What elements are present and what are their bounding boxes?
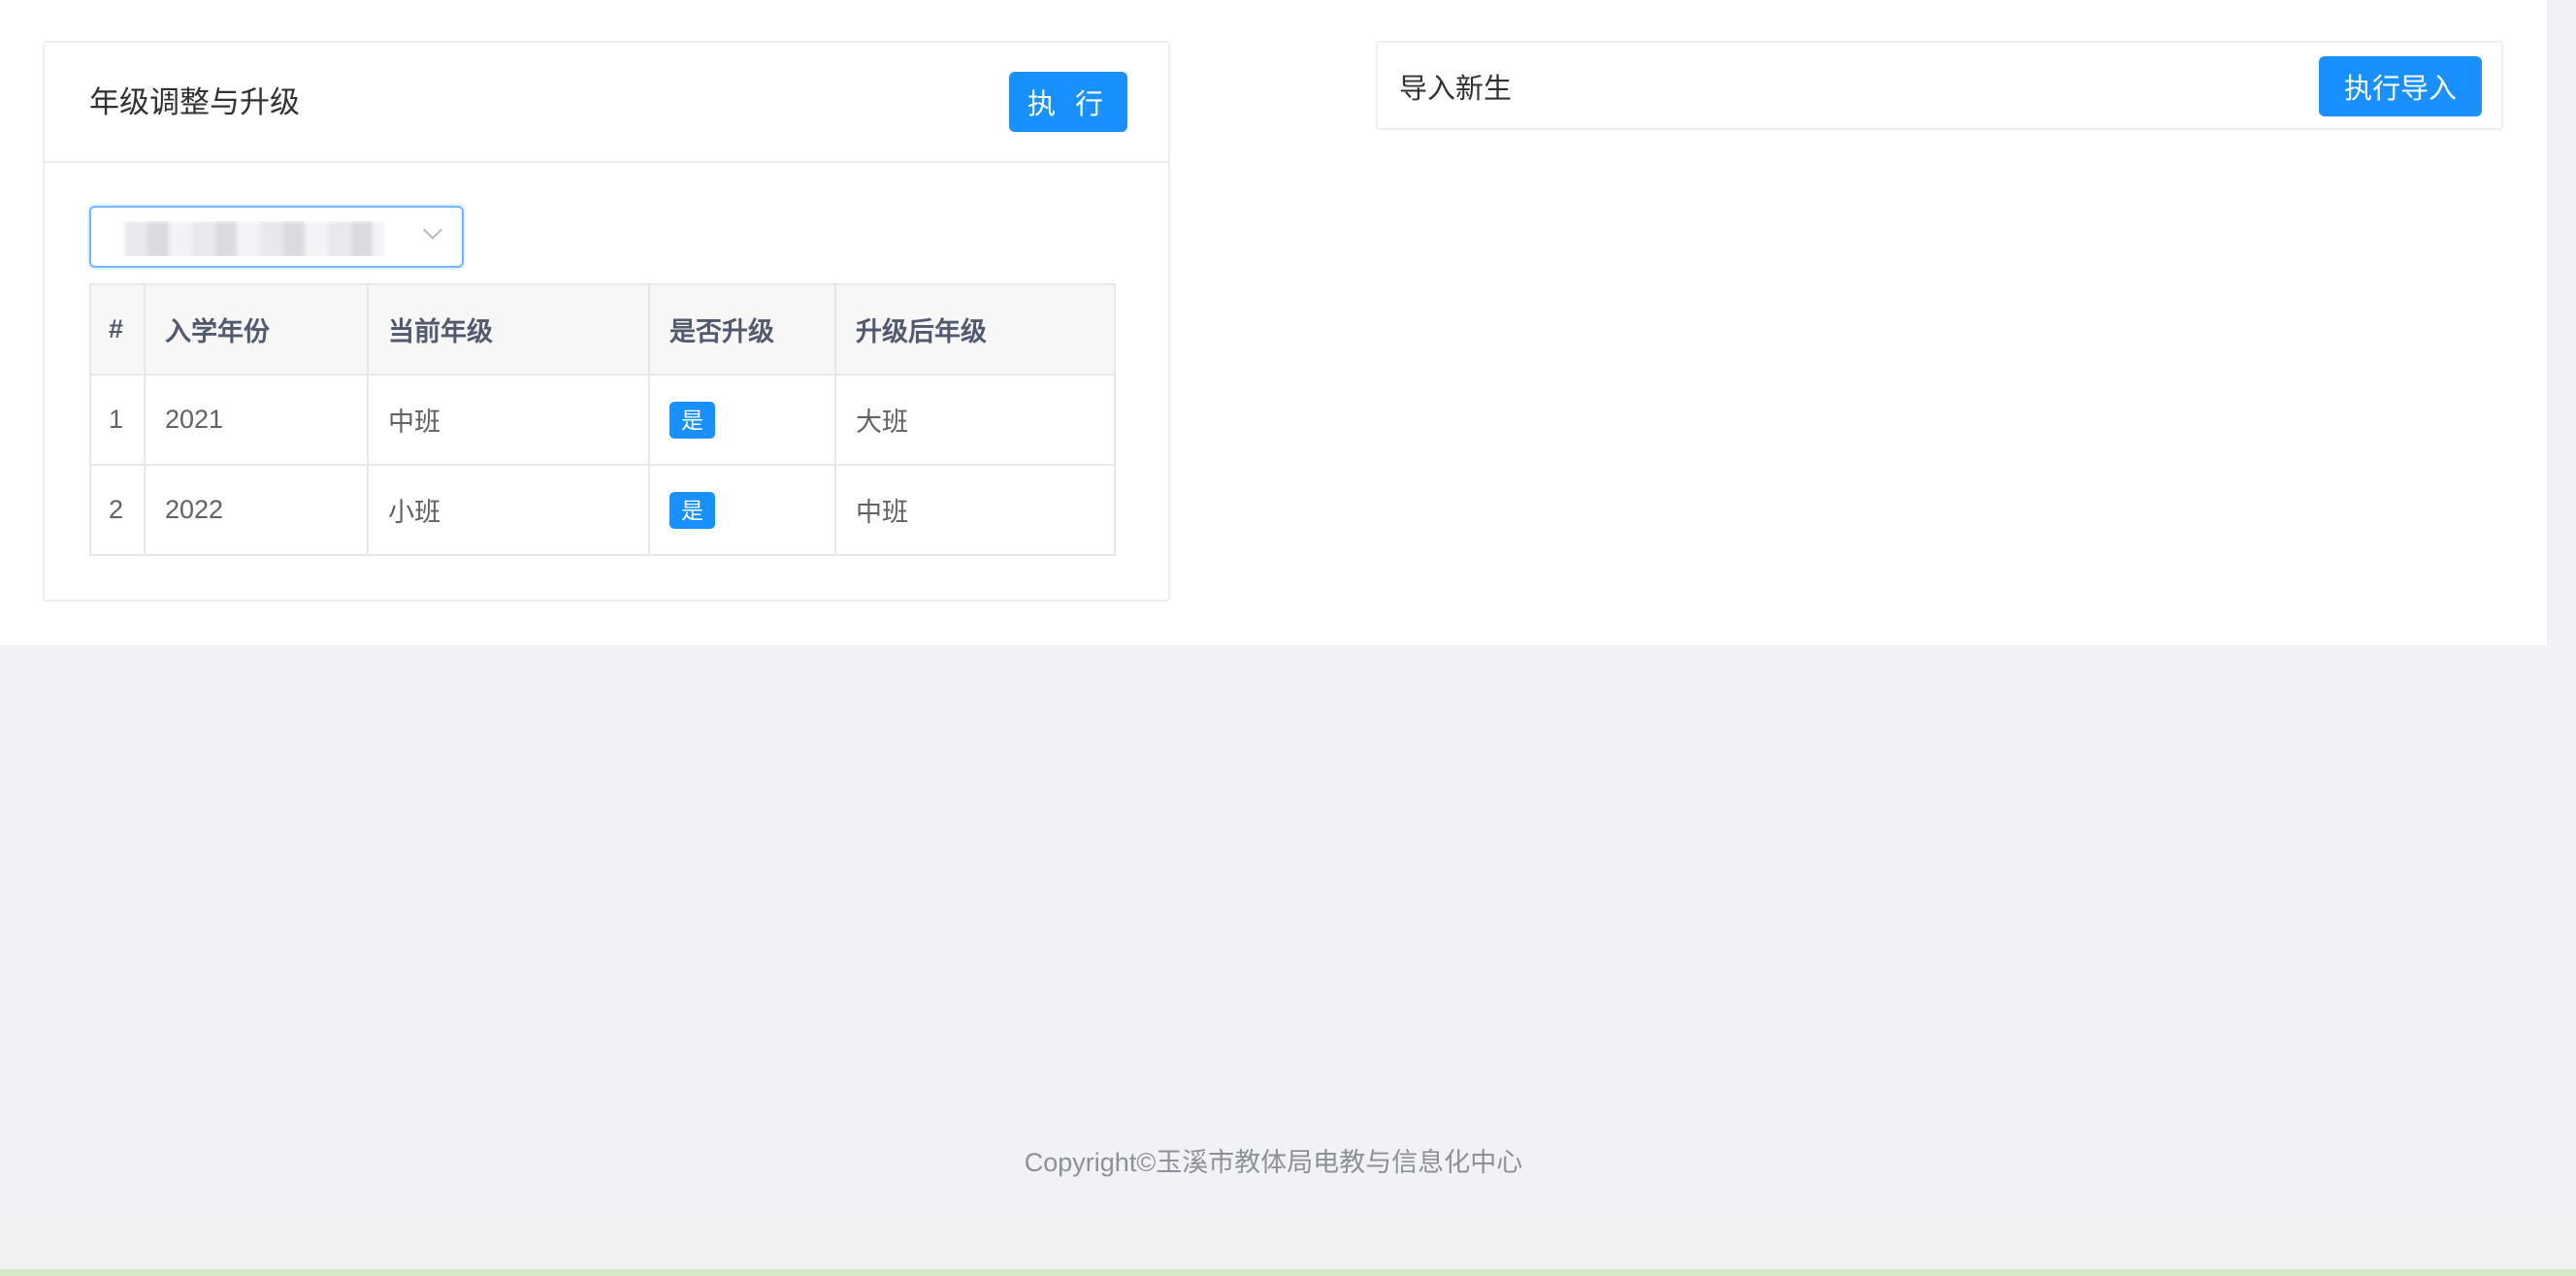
scrollbar-gutter [2547,0,2576,1218]
header-after-grade: 升级后年级 [834,283,1116,376]
import-students-card: 导入新生 执行导入 [1376,41,2503,130]
row-after-grade: 中班 [834,464,1116,556]
school-select[interactable] [89,206,464,268]
grade-table: # 入学年份 当前年级 是否升级 升级后年级 1 2021 中班 是 大班 2 … [89,283,1116,556]
upgrade-tag: 是 [669,491,715,529]
row-enroll-year: 2022 [144,464,369,556]
table-row: 1 2021 中班 是 大班 [89,374,1116,466]
row-after-grade: 大班 [834,374,1116,466]
header-index: # [89,283,146,376]
row-current-grade: 中班 [367,374,650,466]
header-enroll-year: 入学年份 [144,283,369,376]
chevron-down-icon [423,225,440,243]
table-row: 2 2022 小班 是 中班 [89,464,1116,556]
grade-card-title: 年级调整与升级 [89,85,300,119]
row-current-grade: 小班 [367,464,650,556]
header-current-grade: 当前年级 [367,283,650,376]
import-card-title: 导入新生 [1399,74,1513,105]
execute-button[interactable]: 执 行 [1009,72,1127,132]
main-content: 年级调整与升级 执 行 # 入学年份 当前年级 是否升级 升级后年级 1 202… [0,0,2547,645]
row-upgrade-cell: 是 [648,374,836,466]
row-index: 2 [89,464,146,556]
execute-import-button[interactable]: 执行导入 [2319,56,2482,116]
bottom-divider [0,1269,2576,1276]
grade-adjust-card: 年级调整与升级 执 行 # 入学年份 当前年级 是否升级 升级后年级 1 202… [43,41,1170,602]
grade-card-header: 年级调整与升级 执 行 [45,43,1168,163]
row-index: 1 [89,374,146,466]
bottom-band [0,1218,2576,1271]
footer-copyright: Copyright©玉溪市教体局电教与信息化中心 [1024,1148,1523,1177]
upgrade-tag: 是 [669,401,715,439]
header-upgrade: 是否升级 [648,283,836,376]
table-header-row: # 入学年份 当前年级 是否升级 升级后年级 [89,283,1116,376]
school-select-value [111,221,402,256]
row-upgrade-cell: 是 [648,464,836,556]
row-enroll-year: 2021 [144,374,369,466]
redacted-text [124,221,384,256]
page: 年级调整与升级 执 行 # 入学年份 当前年级 是否升级 升级后年级 1 202… [0,0,2576,1276]
